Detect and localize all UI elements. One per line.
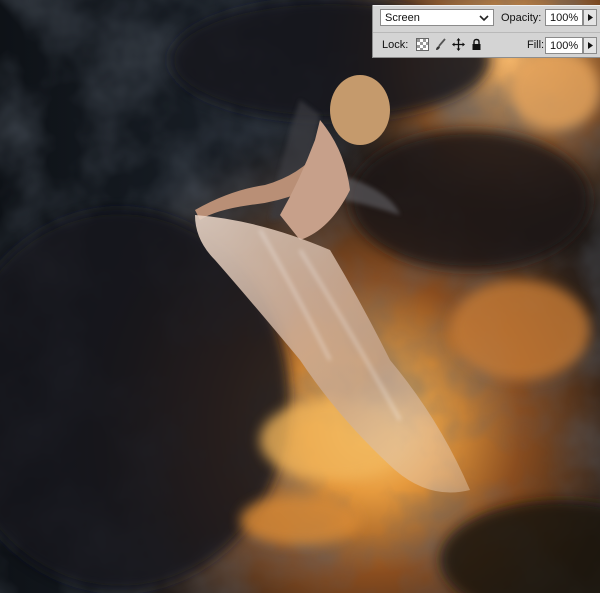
opacity-value: 100%	[550, 12, 579, 24]
move-arrows-icon[interactable]	[452, 38, 465, 51]
fill-input[interactable]: 100%	[545, 37, 583, 54]
checkerboard-icon[interactable]	[416, 38, 429, 51]
opacity-label: Opacity:	[501, 12, 542, 24]
canvas-artwork	[0, 0, 600, 593]
lock-options-row: Lock: Fill: 100%	[373, 32, 600, 57]
blend-mode-value: Screen	[385, 12, 420, 24]
canvas-stage: Screen Opacity: 100% Lock: Fill: 100%	[0, 0, 600, 593]
fill-slider-button[interactable]	[583, 37, 597, 54]
opacity-slider-button[interactable]	[583, 9, 597, 26]
blend-mode-dropdown[interactable]: Screen	[380, 9, 494, 26]
lock-label: Lock:	[382, 39, 409, 51]
fill-value: 100%	[550, 40, 579, 52]
opacity-input[interactable]: 100%	[545, 9, 583, 26]
chevron-down-icon	[479, 15, 489, 22]
triangle-right-icon	[588, 42, 593, 49]
padlock-icon[interactable]	[470, 38, 483, 51]
fill-label: Fill:	[527, 39, 545, 51]
blend-options-row: Screen Opacity: 100%	[373, 6, 600, 30]
layers-panel: Screen Opacity: 100% Lock: Fill: 100%	[372, 5, 600, 58]
brush-icon[interactable]	[434, 38, 447, 51]
triangle-right-icon	[588, 14, 593, 21]
